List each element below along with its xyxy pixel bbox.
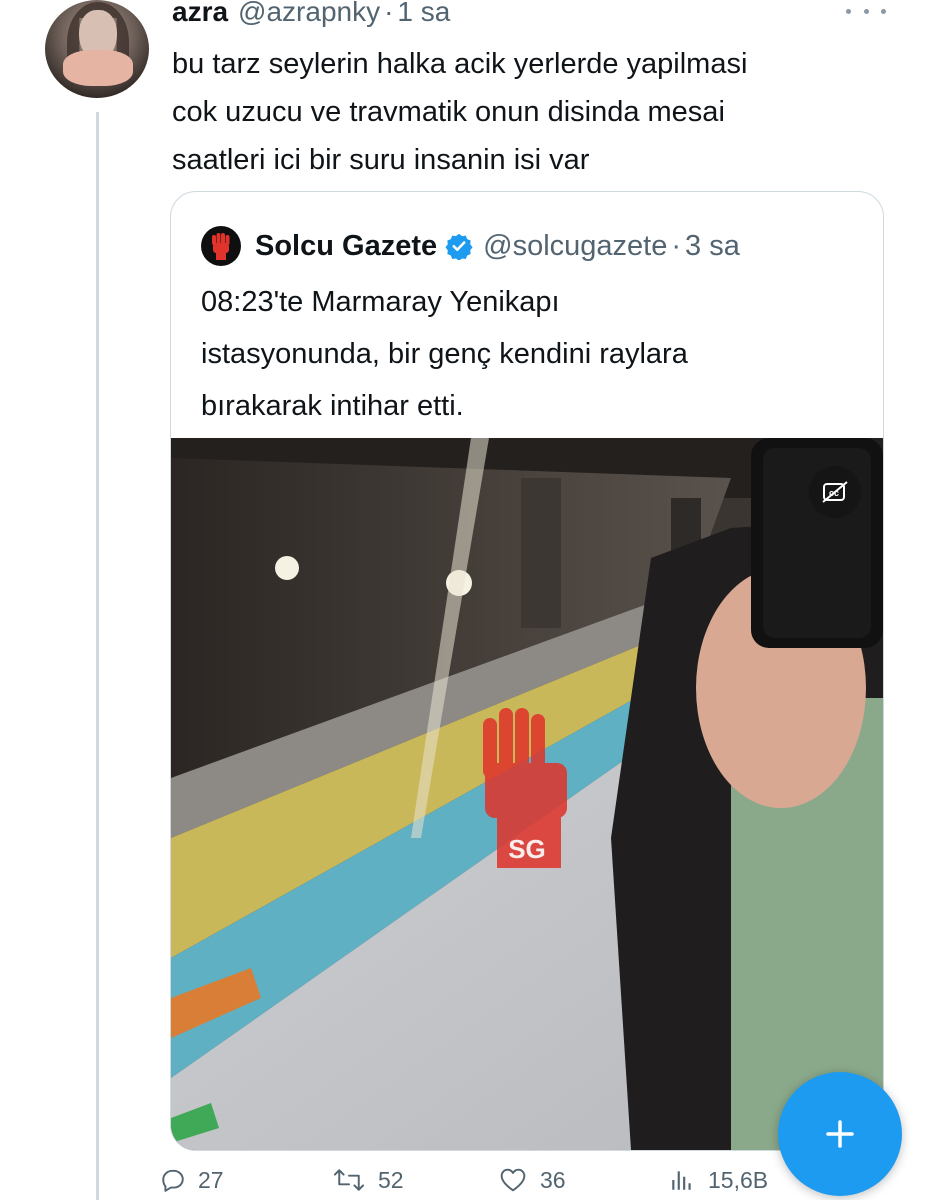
quoted-text-line: 08:23'te Marmaray Yenikapı	[201, 286, 560, 318]
quoted-author-name[interactable]: Solcu Gazete	[255, 230, 437, 263]
tweet-time[interactable]: 1 sa	[397, 0, 450, 28]
tweet-action-bar: 27 52 36 15,6B	[160, 1160, 820, 1200]
like-button[interactable]: 36	[498, 1160, 566, 1200]
quoted-text-line: istasyonunda, bir genç kendini raylara	[201, 338, 688, 370]
quoted-author-avatar[interactable]	[201, 226, 241, 266]
quoted-tweet-header: Solcu Gazete @solcugazete · 3 sa	[201, 222, 740, 270]
compose-button[interactable]	[778, 1072, 902, 1196]
closed-captions-icon[interactable]: cc	[809, 466, 861, 518]
tweet-text: bu tarz seylerin halka acik yerlerde yap…	[172, 40, 892, 184]
video-frame-image: SG	[171, 438, 883, 1150]
reply-icon	[162, 1169, 184, 1192]
quoted-tweet-card[interactable]: Solcu Gazete @solcugazete · 3 sa 08:23't…	[170, 191, 884, 1151]
views-button[interactable]: 15,6B	[668, 1160, 768, 1200]
raised-fist-icon	[212, 233, 230, 260]
heart-icon	[500, 1168, 526, 1192]
avatar[interactable]	[45, 0, 149, 98]
author-name[interactable]: azra	[172, 0, 228, 28]
author-handle[interactable]: @azrapnky	[238, 0, 380, 28]
repost-count: 52	[378, 1166, 404, 1193]
header-separator: ·	[384, 0, 394, 27]
like-count: 36	[540, 1166, 566, 1193]
views-chart-icon	[672, 1171, 691, 1190]
quoted-tweet-video[interactable]: SG cc	[171, 438, 883, 1150]
reply-button[interactable]: 27	[160, 1160, 224, 1200]
verified-badge-icon	[445, 232, 473, 260]
video-watermark: SG	[508, 834, 546, 864]
thread-connector-line	[96, 112, 99, 1200]
views-count: 15,6B	[708, 1166, 769, 1193]
more-dots-icon[interactable]	[846, 2, 886, 20]
tweet-header: azra @azrapnky · 1 sa	[172, 0, 450, 32]
quoted-tweet-time[interactable]: 3 sa	[685, 230, 740, 263]
tweet-text-line: bu tarz seylerin halka acik yerlerde yap…	[172, 48, 748, 80]
quoted-tweet-text: 08:23'te Marmaray Yenikapı istasyonunda,…	[201, 276, 851, 432]
quoted-author-handle[interactable]: @solcugazete	[483, 230, 667, 263]
tweet-text-line: cok uzucu ve travmatik onun disinda mesa…	[172, 96, 725, 128]
plus-icon	[826, 1120, 854, 1148]
repost-icon	[333, 1169, 365, 1191]
reply-count: 27	[198, 1166, 224, 1193]
quoted-text-line: bırakarak intihar etti.	[201, 390, 464, 422]
quoted-header-separator: ·	[671, 229, 682, 262]
avatar-hand	[63, 50, 133, 86]
repost-button[interactable]: 52	[332, 1160, 404, 1200]
tweet-text-line: saatleri ici bir suru insanin isi var	[172, 144, 590, 176]
